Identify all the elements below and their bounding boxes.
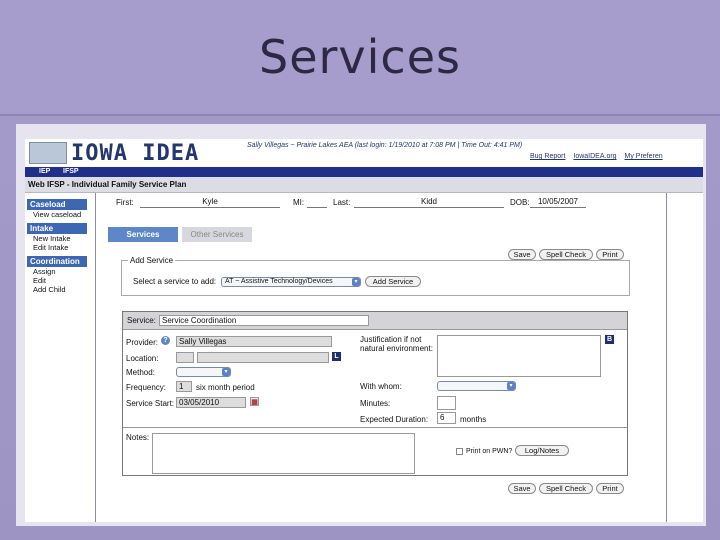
frequency-field[interactable]: 1 [176, 381, 192, 392]
chevron-down-icon: ▾ [352, 278, 360, 286]
nav-iep[interactable]: IEP [39, 168, 50, 175]
service-start-label: Service Start: [126, 399, 175, 408]
service-start-field[interactable]: 03/05/2010 [176, 397, 246, 408]
sidebar-group-intake: Intake New Intake Edit Intake [27, 223, 87, 252]
print-on-pwn-label: Print on PWN? [466, 448, 513, 455]
add-service-fieldset: Add Service Select a service to add: AT … [121, 256, 630, 296]
iowaidea-link[interactable]: IowaIDEA.org [573, 153, 616, 160]
sidebar-group-coordination: Coordination Assign Edit Add Child [27, 256, 87, 294]
method-label: Method: [126, 368, 155, 377]
service-field[interactable]: Service Coordination [159, 315, 369, 326]
child-name-bar: First: Kyle MI: Last: Kidd DOB: 10/05/20… [100, 196, 664, 210]
justification-label-1: Justification if not [360, 335, 422, 344]
justification-b-icon[interactable]: B [605, 335, 614, 344]
justification-label-2: natural environment: [360, 344, 433, 353]
sidebar-item-edit[interactable]: Edit [27, 276, 87, 285]
main-panel: First: Kyle MI: Last: Kidd DOB: 10/05/20… [95, 193, 667, 522]
location-label: Location: [126, 354, 159, 363]
calendar-icon[interactable]: ▦ [250, 397, 259, 406]
spell-check-button-top[interactable]: Spell Check [539, 249, 593, 260]
method-select[interactable]: ▾ [176, 367, 231, 377]
justification-textarea[interactable] [437, 335, 601, 377]
app-screenshot: IOWA IDEA Sally Villegas ~ Prairie Lakes… [25, 139, 703, 522]
app-logo-text: IOWA IDEA [71, 141, 200, 166]
chevron-down-icon: ▾ [222, 368, 230, 376]
notes-textarea[interactable] [152, 433, 415, 474]
sidebar-group-caseload: Caseload View caseload [27, 199, 87, 219]
service-panel: Service: Service Coordination Provider: … [122, 311, 628, 476]
print-button-top[interactable]: Print [596, 249, 624, 260]
tab-services[interactable]: Services [108, 227, 178, 242]
notes-label: Notes: [126, 433, 150, 442]
mi-value [307, 197, 327, 208]
last-name-label: Last: [333, 198, 351, 207]
first-name-label: First: [116, 198, 134, 207]
provider-label: Provider: [126, 338, 159, 347]
preferences-link[interactable]: My Preferen [625, 153, 663, 160]
slide-title: Services [259, 30, 461, 84]
sidebar-item-new-intake[interactable]: New Intake [27, 234, 87, 243]
location-field[interactable] [197, 352, 329, 363]
location-lookup-icon[interactable]: L [332, 352, 341, 361]
print-on-pwn-checkbox[interactable] [456, 448, 463, 455]
help-icon[interactable]: ? [161, 336, 170, 345]
add-service-legend: Add Service [128, 256, 176, 265]
spell-check-button-bottom[interactable]: Spell Check [539, 483, 593, 494]
nav-ifsp[interactable]: IFSP [63, 168, 79, 175]
add-service-button[interactable]: Add Service [365, 276, 421, 287]
dob-label: DOB: [510, 198, 530, 207]
sidebar-header-intake[interactable]: Intake [27, 223, 87, 234]
provider-field[interactable]: Sally Villegas [176, 336, 332, 347]
first-name-value: Kyle [140, 197, 280, 208]
frequency-unit: six month period [196, 383, 255, 392]
log-notes-button[interactable]: Log/Notes [515, 445, 569, 456]
print-button-bottom[interactable]: Print [596, 483, 624, 494]
sidebar-header-coordination[interactable]: Coordination [27, 256, 87, 267]
duration-unit: months [460, 415, 487, 424]
service-label: Service: [127, 316, 156, 325]
duration-field[interactable]: 6 [437, 412, 456, 424]
with-whom-select[interactable]: ▾ [437, 381, 516, 391]
app-header: IOWA IDEA Sally Villegas ~ Prairie Lakes… [25, 139, 703, 167]
notes-section: Notes: Print on PWN? Log/Notes [123, 427, 627, 476]
iowa-map-logo-icon [29, 142, 67, 164]
add-service-prompt: Select a service to add: [133, 277, 217, 286]
nav-bar: IEP IFSP [25, 167, 703, 177]
top-links: Bug Report IowaIDEA.org My Preferen [530, 153, 669, 160]
last-name-value: Kidd [354, 197, 504, 208]
chevron-down-icon: ▾ [507, 382, 515, 390]
sidebar-header-caseload[interactable]: Caseload [27, 199, 87, 210]
page-title: Web IFSP - Individual Family Service Pla… [28, 180, 187, 189]
location-code-field[interactable] [176, 352, 194, 363]
sidebar-item-view-caseload[interactable]: View caseload [27, 210, 87, 219]
save-button-bottom[interactable]: Save [508, 483, 536, 494]
session-info: Sally Villegas ~ Prairie Lakes AEA (last… [247, 142, 523, 149]
save-button-top[interactable]: Save [508, 249, 536, 260]
with-whom-label: With whom: [360, 382, 402, 391]
tab-other-services[interactable]: Other Services [182, 227, 252, 242]
page-title-bar: Web IFSP - Individual Family Service Pla… [25, 177, 703, 193]
frequency-label: Frequency: [126, 383, 167, 392]
bug-report-link[interactable]: Bug Report [530, 153, 565, 160]
minutes-field[interactable] [437, 396, 456, 410]
dob-value: 10/05/2007 [530, 197, 586, 208]
service-type-selected: AT ~ Assistive Technology/Devices [225, 278, 333, 285]
sidebar-item-assign[interactable]: Assign [27, 267, 87, 276]
service-header: Service: Service Coordination [123, 312, 627, 330]
sidebar-item-edit-intake[interactable]: Edit Intake [27, 243, 87, 252]
sidebar-item-add-child[interactable]: Add Child [27, 285, 87, 294]
minutes-label: Minutes: [360, 399, 391, 408]
service-type-select[interactable]: AT ~ Assistive Technology/Devices ▾ [221, 277, 361, 287]
duration-label: Expected Duration: [360, 415, 429, 424]
sidebar: Caseload View caseload Intake New Intake… [27, 199, 87, 298]
mi-label: MI: [293, 198, 305, 207]
